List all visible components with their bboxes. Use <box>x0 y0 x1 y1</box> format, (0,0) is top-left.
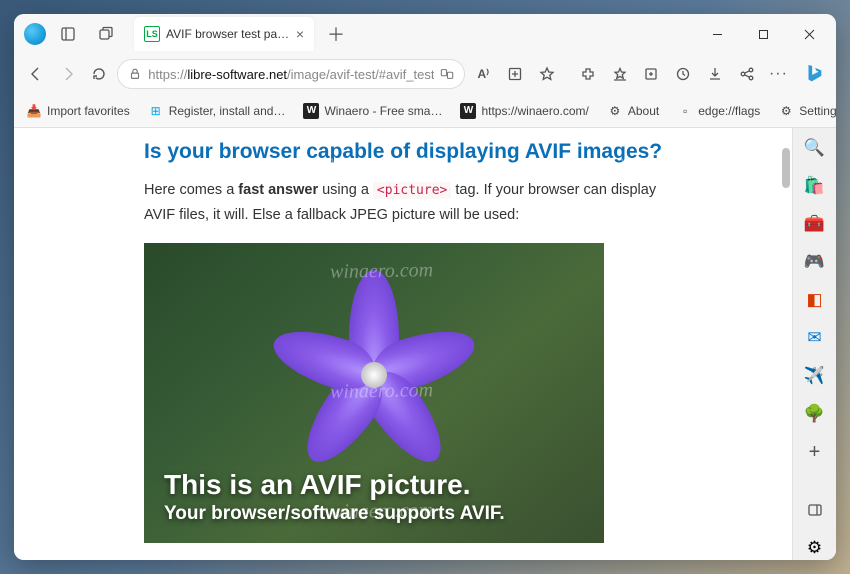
outlook-side-icon[interactable]: ✉ <box>803 326 827 350</box>
add-side-icon[interactable]: + <box>803 440 827 464</box>
web-page: Is your browser capable of displaying AV… <box>14 128 792 560</box>
fav-label: Register, install and… <box>169 104 286 118</box>
page-heading: Is your browser capable of displaying AV… <box>144 140 672 164</box>
edge-sidebar: 🔍 🛍️ 🧰 🎮 ◧ ✉ ✈️ 🌳 + ⚙ <box>792 128 836 560</box>
back-button[interactable] <box>22 58 50 90</box>
browser-window: LS AVIF browser test page: AVIF su… × ＋ <box>14 14 836 560</box>
fav-label: Winaero - Free sma… <box>324 104 442 118</box>
scrollbar-thumb[interactable] <box>782 148 790 188</box>
tab-actions-icon[interactable] <box>90 18 122 50</box>
fav-label: Settings <box>799 104 836 118</box>
fav-settings[interactable]: ⚙ Settings <box>774 100 836 122</box>
lock-icon <box>128 67 142 81</box>
browser-tab[interactable]: LS AVIF browser test page: AVIF su… × <box>134 17 314 51</box>
translate-icon[interactable] <box>440 67 454 81</box>
downloads-icon[interactable] <box>701 58 729 90</box>
shopping-side-icon[interactable]: 🛍️ <box>803 174 827 198</box>
favorites-bar-icon[interactable] <box>606 58 634 90</box>
fav-about[interactable]: ⚙ About <box>603 100 663 122</box>
avif-test-image: This is an AVIF picture. Your browser/so… <box>144 243 604 543</box>
workspaces-icon[interactable] <box>52 18 84 50</box>
refresh-button[interactable] <box>86 58 114 90</box>
share-icon[interactable] <box>733 58 761 90</box>
titlebar: LS AVIF browser test page: AVIF su… × ＋ <box>14 14 836 54</box>
fav-winaero[interactable]: W Winaero - Free sma… <box>299 100 446 122</box>
site-icon: W <box>303 103 319 119</box>
flower-illustration <box>264 265 484 485</box>
hide-sidebar-icon[interactable] <box>803 498 827 522</box>
url-text: https://libre-software.net/image/avif-te… <box>148 67 434 82</box>
window-maximize-button[interactable] <box>740 18 786 50</box>
search-side-icon[interactable]: 🔍 <box>803 136 827 160</box>
image-caption: This is an AVIF picture. Your browser/so… <box>164 469 505 525</box>
send-side-icon[interactable]: ✈️ <box>803 364 827 388</box>
window-close-button[interactable] <box>786 18 832 50</box>
address-bar: https://libre-software.net/image/avif-te… <box>14 54 836 94</box>
read-aloud-icon[interactable]: A⁾ <box>469 58 497 90</box>
gear-icon: ⚙ <box>607 103 623 119</box>
page-intro: Here comes a fast answer using a <pictur… <box>144 178 672 227</box>
fav-winaero-url[interactable]: W https://winaero.com/ <box>456 100 592 122</box>
settings-side-icon[interactable]: ⚙ <box>803 536 827 560</box>
drop-side-icon[interactable]: 🌳 <box>803 402 827 426</box>
site-icon: W <box>460 103 476 119</box>
fav-import[interactable]: 📥 Import favorites <box>22 100 134 122</box>
browser-profile-icon[interactable] <box>24 23 46 45</box>
favorites-bar: 📥 Import favorites ⊞ Register, install a… <box>14 94 836 128</box>
gear-icon: ⚙ <box>778 103 794 119</box>
tab-close-icon[interactable]: × <box>296 26 304 42</box>
fav-label: Import favorites <box>47 104 130 118</box>
favorites-star-icon[interactable] <box>533 58 561 90</box>
history-icon[interactable] <box>669 58 697 90</box>
fav-register[interactable]: ⊞ Register, install and… <box>144 100 290 122</box>
new-tab-button[interactable]: ＋ <box>320 18 352 50</box>
extensions-icon[interactable] <box>574 58 602 90</box>
windows-icon: ⊞ <box>148 103 164 119</box>
page-icon: ▫ <box>677 103 693 119</box>
bing-chat-icon[interactable] <box>800 58 828 90</box>
content-area: Is your browser capable of displaying AV… <box>14 128 836 560</box>
games-side-icon[interactable]: 🎮 <box>803 250 827 274</box>
window-minimize-button[interactable] <box>694 18 740 50</box>
tab-title: AVIF browser test page: AVIF su… <box>166 27 290 41</box>
fav-label: About <box>628 104 659 118</box>
forward-button[interactable] <box>54 58 82 90</box>
fav-label: https://winaero.com/ <box>481 104 588 118</box>
url-input[interactable]: https://libre-software.net/image/avif-te… <box>117 59 465 89</box>
collections-icon[interactable] <box>637 58 665 90</box>
menu-button[interactable]: ··· <box>765 58 793 90</box>
reading-list-icon[interactable] <box>501 58 529 90</box>
fav-label: edge://flags <box>698 104 760 118</box>
tools-side-icon[interactable]: 🧰 <box>803 212 827 236</box>
import-icon: 📥 <box>26 103 42 119</box>
tab-favicon: LS <box>144 26 160 42</box>
fav-flags[interactable]: ▫ edge://flags <box>673 100 764 122</box>
office-side-icon[interactable]: ◧ <box>803 288 827 312</box>
